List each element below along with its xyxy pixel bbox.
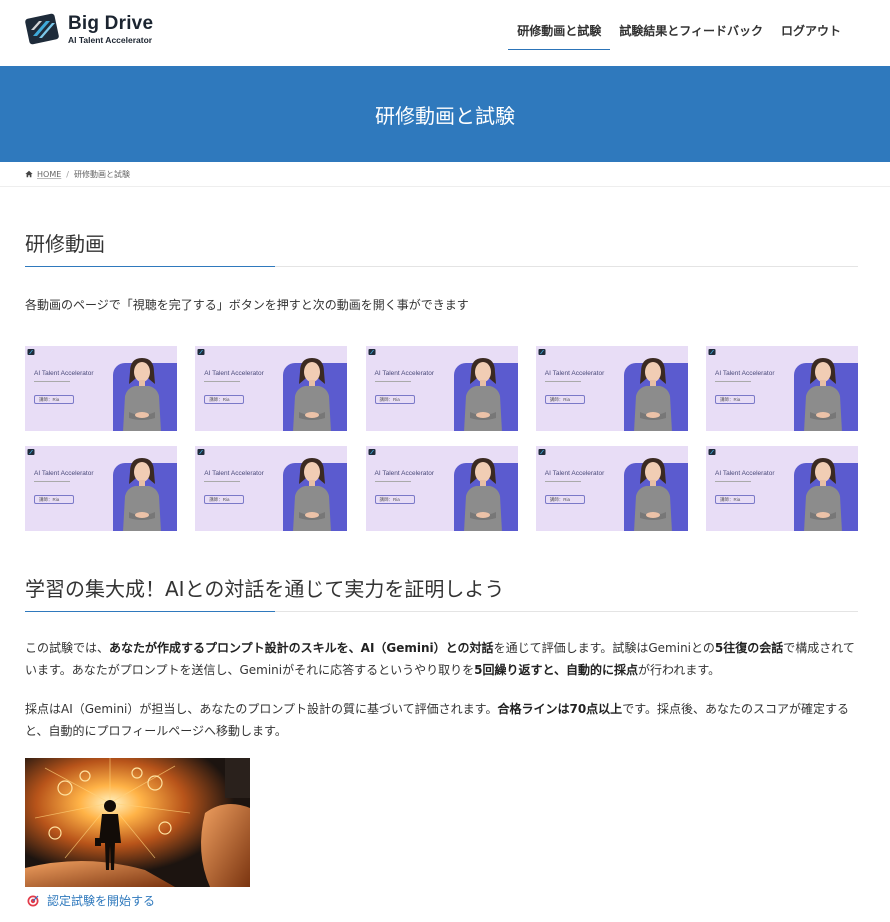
presenter-image (633, 458, 672, 531)
thumbnail-divider (715, 481, 751, 482)
thumbnail-title: AI Talent Accelerator (715, 470, 775, 477)
start-exam-link-label: 認定試験を開始する (47, 894, 156, 908)
exam-description-2: 採点はAI（Gemini）が担当し、あなたのプロンプト設計の質に基づいて評価され… (25, 702, 849, 738)
breadcrumb-separator: / (66, 169, 69, 179)
page-title: 研修動画と試験 (375, 103, 515, 128)
thumbnail-divider (374, 481, 411, 482)
logo-badge-icon (27, 449, 35, 455)
exam-hero-image[interactable] (25, 758, 250, 887)
video-thumbnail[interactable]: AI Talent Accelerator 講師：Ria (195, 346, 348, 431)
presenter-image (463, 358, 502, 431)
video-thumbnail[interactable]: AI Talent Accelerator 講師：Ria (535, 346, 688, 431)
thumbnail-instructor-tag: 講師：Ria (715, 495, 755, 504)
page-header-band: 研修動画と試験 (0, 66, 890, 162)
breadcrumb: HOME / 研修動画と試験 (0, 162, 890, 187)
thumbnail-instructor-tag: 講師：Ria (374, 495, 415, 504)
nav-item-results[interactable]: 試験結果とフィードバック (610, 0, 772, 50)
presenter-image (463, 458, 502, 531)
thumbnail-divider (34, 481, 70, 482)
logo-badge-icon (197, 349, 205, 355)
logo-badge-icon (538, 349, 546, 355)
logo-badge-icon (197, 449, 205, 455)
video-grid: AI Talent Accelerator 講師：Ria AI Talent Acc… (25, 346, 858, 531)
global-nav: 研修動画と試験 試験結果とフィードバック ログアウト (508, 0, 850, 66)
nav-item-logout[interactable]: ログアウト (772, 0, 850, 50)
main-content: 研修動画 各動画のページで「視聴を完了する」ボタンを押すと次の動画を開く事ができ… (25, 187, 858, 909)
thumbnail-instructor-tag: 講師：Ria (34, 395, 74, 404)
thumbnail-title: AI Talent Accelerator (374, 470, 435, 477)
video-thumbnail[interactable]: AI Talent Accelerator 講師：Ria (365, 446, 518, 531)
video-thumbnail[interactable]: AI Talent Accelerator 講師：Ria (706, 446, 858, 531)
presenter-image (293, 358, 332, 431)
thumbnail-divider (204, 481, 241, 482)
video-thumbnail[interactable]: AI Talent Accelerator 講師：Ria (365, 346, 518, 431)
thumbnail-divider (34, 381, 70, 382)
thumbnail-instructor-tag: 講師：Ria (544, 395, 585, 404)
video-thumbnail[interactable]: AI Talent Accelerator 講師：Ria (535, 446, 688, 531)
logo-badge-icon (708, 449, 716, 455)
video-thumbnail[interactable]: AI Talent Accelerator 講師：Ria (706, 346, 858, 431)
breadcrumb-home[interactable]: HOME (37, 170, 61, 179)
thumbnail-divider (544, 481, 581, 482)
thumbnail-instructor-tag: 講師：Ria (204, 495, 245, 504)
logo-title: Big Drive (68, 12, 154, 34)
thumbnail-instructor-tag: 講師：Ria (34, 495, 74, 504)
presenter-image (123, 358, 161, 431)
site-header: Big Drive AI Talent Accelerator 研修動画と試験 … (0, 0, 890, 66)
thumbnail-divider (374, 381, 411, 382)
video-thumbnail[interactable]: AI Talent Accelerator 講師：Ria (25, 446, 177, 531)
video-thumbnail[interactable]: AI Talent Accelerator 講師：Ria (195, 446, 348, 531)
thumbnail-instructor-tag: 講師：Ria (374, 395, 415, 404)
thumbnail-title: AI Talent Accelerator (374, 370, 435, 377)
thumbnail-title: AI Talent Accelerator (544, 470, 605, 477)
site-logo[interactable]: Big Drive AI Talent Accelerator (24, 10, 153, 48)
thumbnail-title: AI Talent Accelerator (34, 470, 94, 477)
logo-badge-icon (368, 349, 375, 355)
thumbnail-instructor-tag: 講師：Ria (544, 495, 585, 504)
thumbnail-title: AI Talent Accelerator (544, 370, 605, 377)
videos-lead-text: 各動画のページで「視聴を完了する」ボタンを押すと次の動画を開く事ができます (25, 298, 469, 312)
exam-description-1: この試験では、あなたが作成するプロンプト設計のスキルを、AI（Gemini）との… (25, 641, 855, 677)
nav-item-training[interactable]: 研修動画と試験 (508, 0, 611, 50)
section-title-videos: 研修動画 (25, 228, 858, 267)
thumbnail-divider (204, 381, 241, 382)
target-icon (27, 895, 39, 906)
logo-badge-icon (27, 349, 35, 355)
presenter-image (293, 458, 332, 531)
thumbnail-instructor-tag: 講師：Ria (204, 395, 245, 404)
thumbnail-title: AI Talent Accelerator (204, 470, 264, 477)
presenter-image (804, 458, 842, 531)
thumbnail-divider (544, 381, 581, 382)
logo-badge-icon (538, 449, 546, 455)
logo-badge-icon (708, 349, 716, 355)
thumbnail-divider (715, 381, 751, 382)
thumbnail-title: AI Talent Accelerator (34, 370, 94, 377)
video-thumbnail[interactable]: AI Talent Accelerator 講師：Ria (25, 346, 177, 431)
logo-subtitle: AI Talent Accelerator (68, 34, 153, 45)
logo-mark-icon (24, 10, 62, 48)
logo-badge-icon (368, 449, 375, 455)
section-title-exam: 学習の集大成！AIとの対話を通じて実力を証明しよう (25, 573, 858, 612)
breadcrumb-current: 研修動画と試験 (73, 169, 130, 179)
presenter-image (633, 358, 672, 431)
thumbnail-title: AI Talent Accelerator (715, 370, 775, 377)
thumbnail-title: AI Talent Accelerator (204, 370, 264, 377)
presenter-image (123, 458, 161, 531)
start-exam-link[interactable]: 認定試験を開始する (25, 892, 858, 909)
home-icon (25, 170, 33, 178)
presenter-image (804, 358, 842, 431)
thumbnail-instructor-tag: 講師：Ria (715, 395, 755, 404)
